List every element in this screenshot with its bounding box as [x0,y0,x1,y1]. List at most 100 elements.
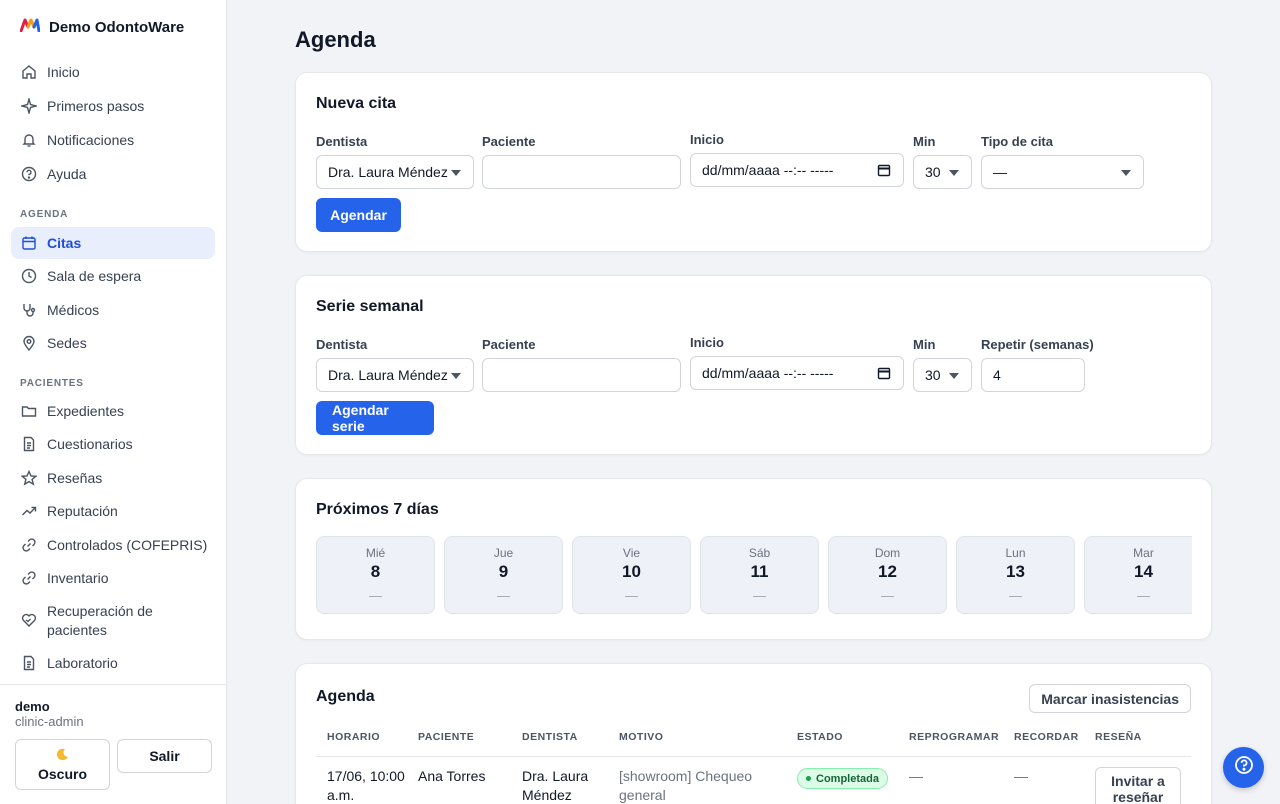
sidebar-item-label: Expedientes [47,402,125,419]
min-label: Min [913,337,936,352]
bell-icon [21,132,37,148]
column-header[interactable]: RESEÑA [1095,731,1142,743]
min-value: 30 [925,367,941,383]
sidebar-item-label: Controlados (COFEPRIS) [47,536,208,553]
patient-input[interactable] [482,155,681,189]
cell-patient: Ana Torres [418,768,486,784]
day-number: 12 [878,562,897,581]
user-name: demo [15,699,50,714]
start-datetime-input[interactable]: dd/mm/aaaa --:-- ----- [690,356,904,390]
sidebar-item-reputacion[interactable]: Reputación [11,495,215,527]
user-role: clinic-admin [15,714,84,729]
sidebar-item-recuperacion[interactable]: Recuperación de pacientes [11,600,215,642]
day-count: — [497,588,510,603]
sidebar-item-medicos[interactable]: Médicos [11,294,215,326]
sidebar-item-cuestionarios[interactable]: Cuestionarios [11,428,215,460]
sidebar-item-label: Notificaciones [47,131,135,148]
min-select[interactable]: 30 [913,155,972,189]
day-card[interactable]: Sáb 11 — [700,536,819,614]
sidebar-item-inventario[interactable]: Inventario [11,562,215,594]
sidebar-item-expedientes[interactable]: Expedientes [11,395,215,427]
mark-absences-button[interactable]: Marcar inasistencias [1029,684,1191,713]
column-header[interactable]: ESTADO [797,731,843,743]
sidebar-item-inicio[interactable]: Inicio [11,56,215,88]
sidebar-item-citas[interactable]: Citas [11,227,215,259]
days-strip[interactable]: Mié 8 — Jue 9 — Vie 10 — Sáb 11 — Dom 12… [316,536,1192,616]
start-label: Inicio [690,132,724,147]
day-number: 14 [1134,562,1153,581]
cell-time: 17/06, 10:00 a.m. [327,768,405,803]
day-count: — [881,588,894,603]
day-name: Jue [493,546,514,560]
day-card[interactable]: Mar 14 — [1084,536,1192,614]
column-header[interactable]: HORARIO [327,731,380,743]
card-title: Serie semanal [316,298,424,315]
day-card[interactable]: Vie 10 — [572,536,691,614]
patient-input[interactable] [482,358,681,392]
sidebar-item-label: Reseñas [47,469,103,486]
day-card[interactable]: Jue 9 — [444,536,563,614]
sidebar-item-label: Cuestionarios [47,435,133,452]
star-icon [21,470,37,486]
type-value: — [993,164,1007,180]
appointment-type-select[interactable]: — [981,155,1144,189]
moon-icon [56,748,69,764]
chevron-down-icon [451,373,461,379]
column-header[interactable]: DENTISTA [522,731,578,743]
sidebar-item-resenas[interactable]: Reseñas [11,462,215,494]
sidebar-item-notificaciones[interactable]: Notificaciones [11,124,215,156]
sidebar-item-sedes[interactable]: Sedes [11,327,215,359]
card-title: Agenda [316,688,375,705]
column-header[interactable]: REPROGRAMAR [909,731,999,743]
dentist-select[interactable]: Dra. Laura Méndez [316,155,474,189]
new-appointment-card: Nueva cita Dentista Paciente Inicio Min … [295,72,1212,252]
sidebar-item-controlados[interactable]: Controlados (COFEPRIS) [11,529,215,561]
day-card[interactable]: Mié 8 — [316,536,435,614]
day-card[interactable]: Lun 13 — [956,536,1075,614]
calendar-icon[interactable] [877,366,891,380]
cell-dentist: Dra. Laura Méndez [522,768,589,803]
chevron-down-icon [1121,170,1131,176]
patient-label: Paciente [482,337,536,352]
dentist-select[interactable]: Dra. Laura Méndez [316,358,474,392]
day-name: Mar [1133,546,1154,560]
day-name: Mié [365,546,386,560]
status-dot [806,776,811,781]
map-pin-icon [21,335,37,351]
day-card[interactable]: Dom 12 — [828,536,947,614]
day-count: — [753,588,766,603]
sidebar-footer: demo clinic-admin Oscuro Salir [0,684,226,804]
calendar-icon [21,235,37,251]
patient-label: Paciente [482,134,536,149]
document-icon [21,655,37,671]
dentist-value: Dra. Laura Méndez [328,164,448,180]
chevron-down-icon [451,170,461,176]
schedule-button[interactable]: Agendar [316,198,401,232]
column-header[interactable]: PACIENTE [418,731,474,743]
column-header[interactable]: RECORDAR [1014,731,1079,743]
day-number: 13 [1006,562,1025,581]
min-select[interactable]: 30 [913,358,972,392]
dentist-label: Dentista [316,134,368,149]
sidebar-item-laboratorio[interactable]: Laboratorio [11,647,215,679]
help-button[interactable] [1223,747,1264,788]
start-datetime-input[interactable]: dd/mm/aaaa --:-- ----- [690,153,904,187]
chevron-down-icon [949,170,959,176]
logout-button[interactable]: Salir [117,739,212,773]
calendar-icon[interactable] [877,163,891,177]
day-number: 8 [370,562,381,581]
dark-mode-button[interactable]: Oscuro [15,739,110,790]
sidebar: Demo OdontoWare Inicio Primeros pasos No… [0,0,227,804]
brand[interactable]: Demo OdontoWare [19,18,184,37]
sidebar-item-primeros-pasos[interactable]: Primeros pasos [11,90,215,122]
sidebar-item-ayuda[interactable]: Ayuda [11,158,215,190]
day-number: 9 [498,562,509,581]
invite-review-button[interactable]: Invitar a reseñar [1095,767,1181,804]
schedule-series-button[interactable]: Agendar serie [316,401,434,435]
day-name: Lun [1005,546,1026,560]
column-header[interactable]: MOTIVO [619,731,663,743]
repeat-weeks-input[interactable]: 4 [981,358,1085,392]
sidebar-item-label: Citas [47,234,82,251]
day-count: — [369,588,382,603]
sidebar-item-sala-de-espera[interactable]: Sala de espera [11,260,215,292]
